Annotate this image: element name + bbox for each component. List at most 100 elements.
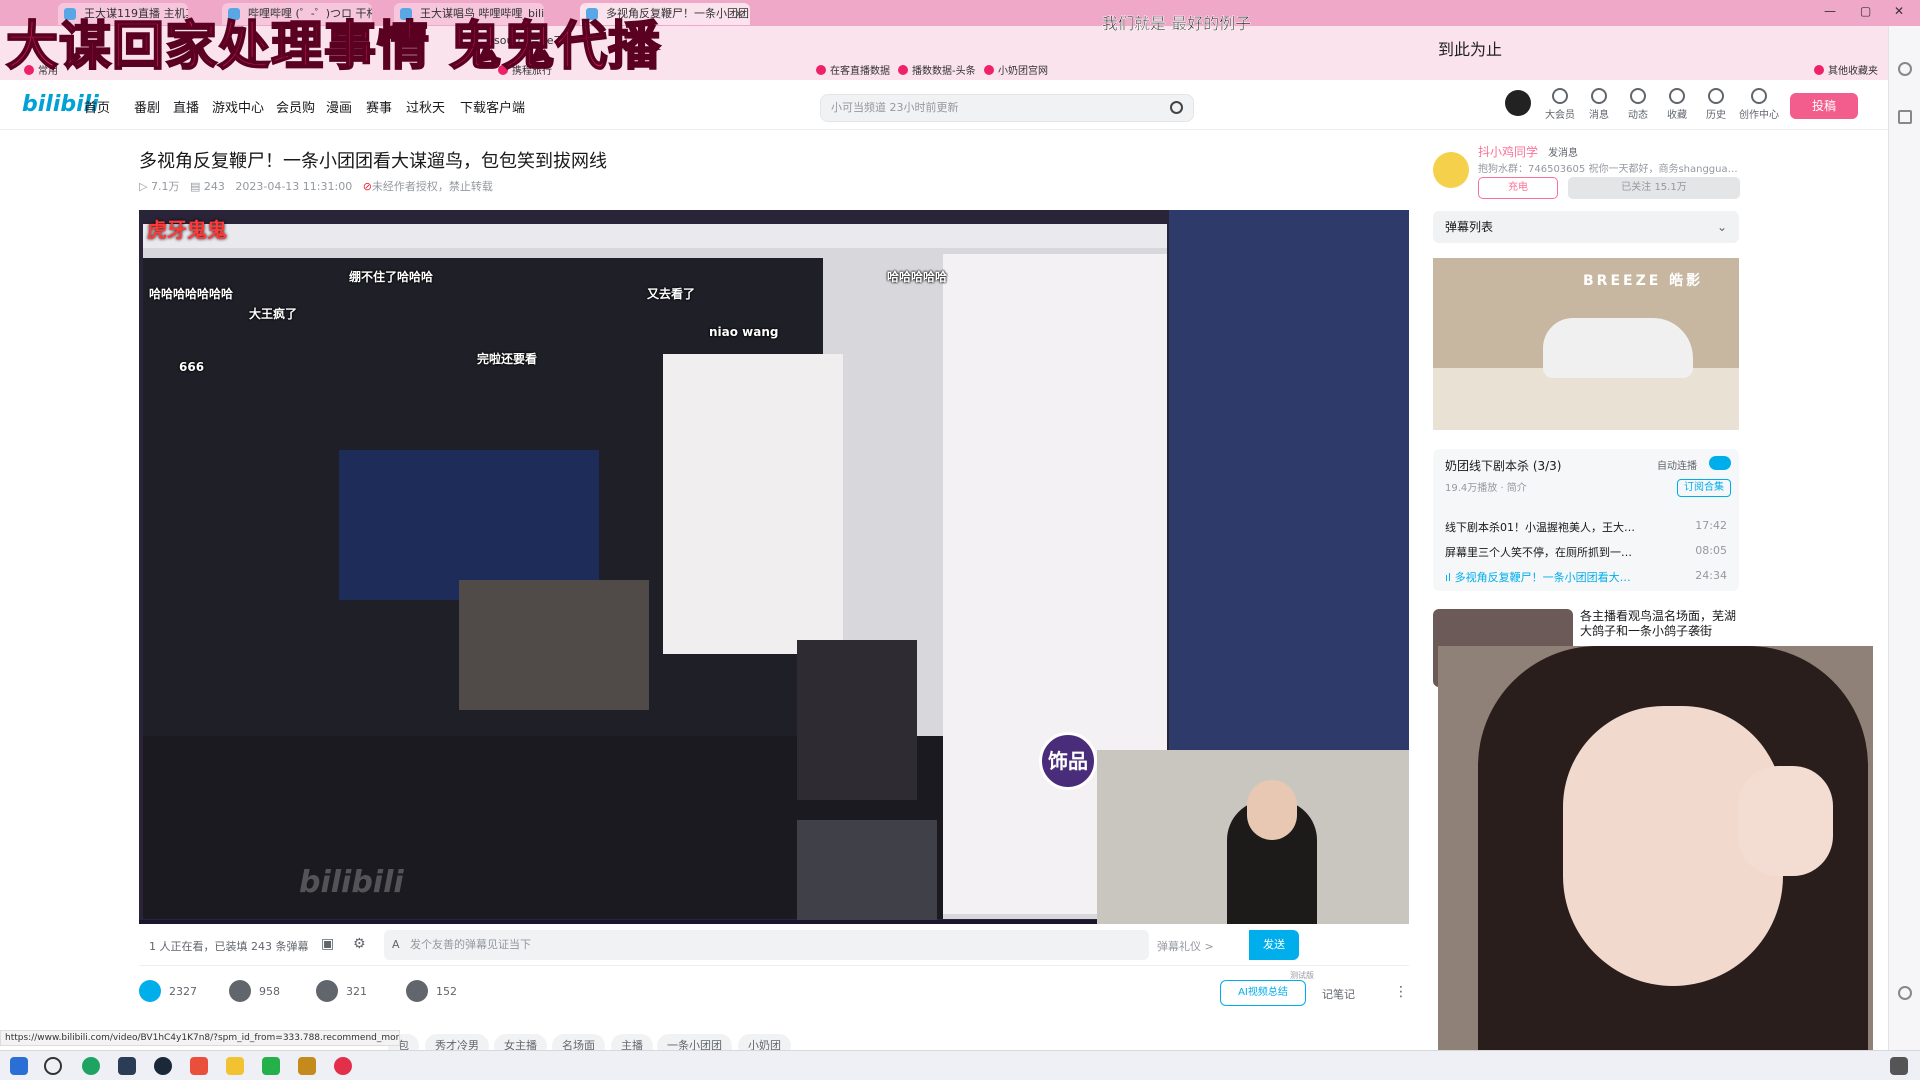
star-icon: [316, 980, 338, 1002]
edge-browser-icon[interactable]: [82, 1057, 100, 1075]
message-icon: [1591, 88, 1607, 104]
app-icon[interactable]: [298, 1057, 316, 1075]
nav-home[interactable]: 首页: [84, 97, 110, 116]
video-player[interactable]: 饰品 哈哈哈哈哈哈哈 大王疯了 又去看了 完啦还要看 绷不住了哈哈哈 666 n…: [139, 210, 1409, 924]
viewer-status: 1 人正在看，已装填 243 条弹幕: [149, 940, 309, 953]
header-favorites[interactable]: 收藏: [1659, 88, 1695, 121]
uploader-avatar[interactable]: [1433, 152, 1469, 188]
coin-icon: [229, 980, 251, 1002]
app-icon[interactable]: [190, 1057, 208, 1075]
take-note-button[interactable]: 记笔记: [1322, 986, 1355, 1002]
like-button[interactable]: 2327: [139, 980, 197, 1002]
autoplay-toggle[interactable]: [1709, 456, 1731, 470]
danmaku-text: 666: [179, 360, 205, 374]
status-url: https://www.bilibili.com/video/BV1hC4y1K…: [0, 1030, 400, 1046]
danmaku-list-toggle[interactable]: 弹幕列表 ⌄: [1433, 211, 1739, 243]
nav-live[interactable]: 直播: [173, 97, 199, 116]
playlist-item-current[interactable]: ıl 多视角反复鞭尸！一条小团团看大… 24:34: [1445, 569, 1727, 585]
playlist-item[interactable]: 线下剧本杀01！小温握袍美人，王大… 17:42: [1445, 519, 1727, 535]
nav-events[interactable]: 赛事: [366, 97, 392, 116]
ad-banner[interactable]: BREEZE 皓影: [1433, 258, 1739, 430]
danmaku-bar: 1 人正在看，已装填 243 条弹幕 ▣ ⚙ A 发个友善的弹幕见证当下 弹幕礼…: [139, 924, 1409, 966]
danmaku-toggle-icon[interactable]: ▣: [321, 936, 334, 952]
bookmark-item[interactable]: 在客直播数据: [816, 62, 890, 77]
vip-icon: [1552, 88, 1568, 104]
bookmark-item[interactable]: 小奶团宫网: [984, 62, 1048, 77]
playlist-item[interactable]: 屏幕里三个人笑不停，在厕所抓到一… 08:05: [1445, 544, 1727, 560]
dynamic-icon: [1630, 88, 1646, 104]
danmaku-settings-icon[interactable]: ⚙: [353, 936, 366, 952]
subscribe-collection-button[interactable]: 订阅合集: [1677, 479, 1731, 497]
video-scene-tabbar: [143, 224, 1167, 248]
player-brand-watermark: bilibili: [299, 865, 404, 900]
danmaku-count: 243: [203, 180, 225, 193]
share-button[interactable]: 152: [406, 980, 457, 1002]
follow-button[interactable]: 已关注 15.1万: [1568, 177, 1740, 199]
coin-button[interactable]: 958: [229, 980, 280, 1002]
nav-autumn[interactable]: 过秋天: [406, 97, 445, 116]
avatar[interactable]: [1505, 90, 1531, 116]
danmaku-etiquette-link[interactable]: 弹幕礼仪 >: [1157, 938, 1214, 954]
send-message-link[interactable]: 发消息: [1548, 144, 1578, 159]
app-icon[interactable]: [334, 1057, 352, 1075]
video-title: 多视角反复鞭尸！一条小团团看大谋遛鸟，包包笑到拔网线: [139, 151, 607, 172]
wechat-icon[interactable]: [262, 1057, 280, 1075]
app-icon[interactable]: [118, 1057, 136, 1075]
minimize-icon[interactable]: —: [1824, 4, 1836, 18]
send-danmaku-button[interactable]: 发送: [1249, 930, 1299, 960]
item-badge: 饰品: [1039, 732, 1097, 790]
ad-car-image: [1543, 318, 1693, 378]
playlist-meta: 19.4万播放 · 简介: [1445, 483, 1527, 494]
header-message[interactable]: 消息: [1581, 88, 1617, 121]
chevron-down-icon: ⌄: [1716, 220, 1727, 234]
share-arrow-icon: [406, 980, 428, 1002]
favorite-button[interactable]: 321: [316, 980, 367, 1002]
video-scene-streamer: [459, 580, 649, 710]
close-window-icon[interactable]: ✕: [1894, 4, 1904, 18]
danmaku-text: 完啦还要看: [477, 352, 538, 366]
lyric-line: 我们就是 最好的例子: [1102, 14, 1252, 34]
lyric-line: 到此为止: [1438, 40, 1503, 59]
more-options-icon[interactable]: ⋮: [1394, 984, 1408, 1000]
ai-summary-button[interactable]: AI视频总结: [1220, 980, 1306, 1006]
uploader-name[interactable]: 抖小鸡同学: [1478, 143, 1538, 160]
danmaku-input[interactable]: A 发个友善的弹幕见证当下: [384, 930, 1149, 960]
header-history[interactable]: 历史: [1698, 88, 1734, 121]
bookmark-item[interactable]: 其他收藏夹: [1814, 62, 1878, 77]
nav-download-client[interactable]: 下载客户端: [460, 97, 525, 116]
site-header: bilibili 首页 番剧 直播 游戏中心 会员购 漫画 赛事 过秋天 下载客…: [0, 80, 1888, 130]
camera-person-hand: [1738, 766, 1833, 876]
header-creator-center[interactable]: 创作中心: [1737, 88, 1781, 121]
app-icon[interactable]: [226, 1057, 244, 1075]
danmaku-text: niao wang: [709, 325, 779, 339]
notification-icon[interactable]: [1890, 1057, 1908, 1075]
steam-icon[interactable]: [154, 1057, 172, 1075]
settings-icon[interactable]: [1898, 986, 1912, 1000]
bookmark-item[interactable]: 播数数据-头条: [898, 62, 976, 77]
video-scene-chat: [663, 354, 843, 654]
nav-comic[interactable]: 漫画: [326, 97, 352, 116]
search-icon[interactable]: [44, 1057, 62, 1075]
star-icon: [1669, 88, 1685, 104]
video-scene-face: [1247, 780, 1297, 840]
stream-banner-text: 大谋回家处理事情 鬼鬼代播: [5, 16, 662, 78]
recommend-title[interactable]: 各主播看观鸟温名场面，芜湖大鸽子和一条小鸽子袭街: [1580, 609, 1740, 639]
danmaku-text: 绷不住了哈哈哈: [349, 270, 434, 284]
header-dynamic[interactable]: 动态: [1620, 88, 1656, 121]
font-style-icon[interactable]: A: [392, 930, 400, 960]
nav-shop[interactable]: 会员购: [276, 97, 315, 116]
add-icon[interactable]: [1898, 110, 1912, 124]
thumbs-up-icon: [139, 980, 161, 1002]
search-input[interactable]: 小可当频道 23小时前更新: [820, 94, 1194, 122]
ad-brand-text: BREEZE 皓影: [1583, 273, 1704, 289]
search-icon[interactable]: [1170, 101, 1183, 114]
charge-button[interactable]: 充电: [1478, 177, 1558, 199]
close-icon[interactable]: ✕: [734, 3, 744, 25]
nav-game-center[interactable]: 游戏中心: [212, 97, 264, 116]
search-icon[interactable]: [1898, 62, 1912, 76]
nav-anime[interactable]: 番剧: [134, 97, 160, 116]
start-icon[interactable]: [10, 1057, 28, 1075]
upload-button[interactable]: 投稿: [1790, 93, 1858, 119]
header-vip[interactable]: 大会员: [1542, 88, 1578, 121]
maximize-icon[interactable]: ▢: [1860, 4, 1871, 18]
